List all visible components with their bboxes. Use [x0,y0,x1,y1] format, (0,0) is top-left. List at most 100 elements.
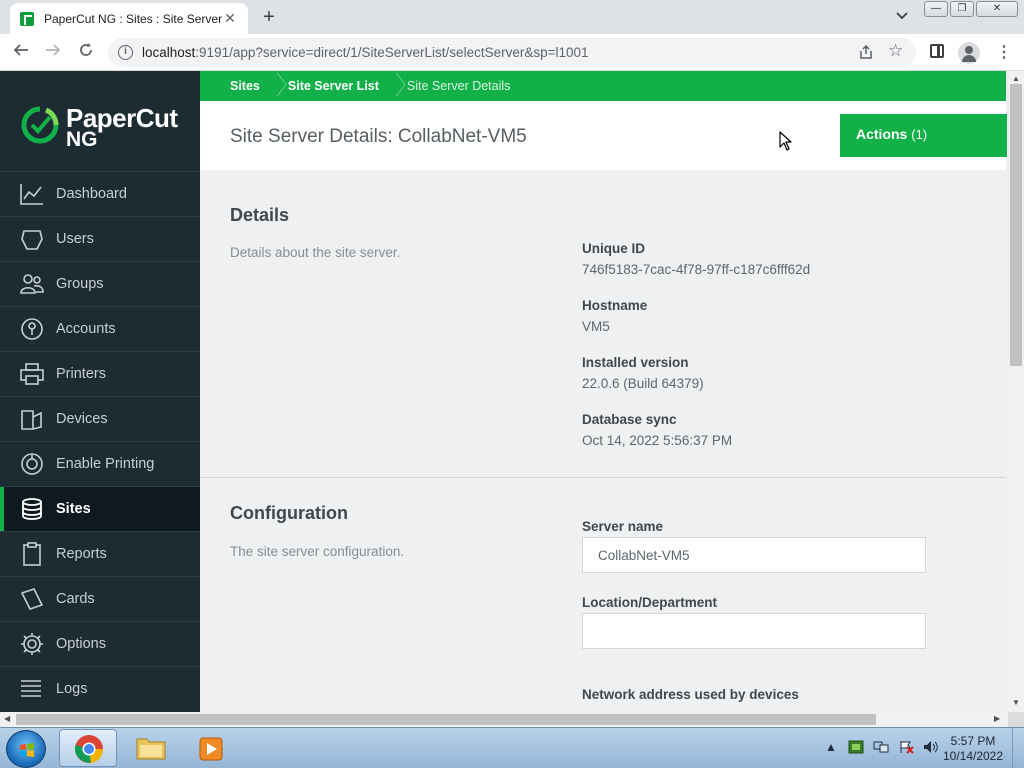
taskbar-explorer-button[interactable] [122,729,180,767]
server-name-input[interactable] [582,537,926,573]
network-icon[interactable] [870,740,892,756]
sidebar-item-reports[interactable]: Reports [0,531,200,576]
network-address-label: Network address used by devices [582,687,799,702]
folder-icon [136,738,166,760]
sidebar-item-cards[interactable]: Cards [0,576,200,621]
system-tray: ▲ [820,728,945,768]
sidebar-item-devices[interactable]: Devices [0,396,200,441]
site-info-icon[interactable]: i [118,45,133,60]
sidebar-item-label: Logs [56,681,88,697]
breadcrumb-sites-link[interactable]: Sites [200,71,274,101]
scroll-down-arrow-icon[interactable]: ▼ [1012,698,1020,707]
chevron-down-icon[interactable] [896,9,908,23]
page-header: Site Server Details: CollabNet-VM5 Actio… [200,101,1007,170]
scroll-right-arrow-icon[interactable]: ▶ [994,714,1000,723]
cards-icon [19,587,45,611]
tray-app-icon[interactable] [845,740,867,756]
sidebar-item-label: Sites [56,501,91,517]
unique-id-value: 746f5183-7cac-4f78-97ff-c187c6fff62d [582,262,811,277]
new-tab-button[interactable]: + [258,6,280,29]
browser-toolbar: i localhost:9191/app?service=direct/1/Si… [0,34,1024,71]
action-center-flag-icon[interactable] [895,740,917,756]
scroll-up-arrow-icon[interactable]: ▲ [1012,74,1020,83]
sidebar-item-options[interactable]: Options [0,621,200,666]
horizontal-scrollbar[interactable]: ◀ ▶ [0,712,1008,727]
window-close-button[interactable]: ✕ [976,1,1018,17]
sidebar-item-label: Devices [56,411,108,427]
scrollbar-corner [1008,712,1024,727]
sidebar-item-label: Printers [56,366,106,382]
vertical-scroll-thumb[interactable] [1010,84,1022,366]
sidebar-nav: Dashboard Users Groups Accounts Printers… [0,171,200,711]
installed-version-label: Installed version [582,355,689,370]
sidebar-item-label: Options [56,636,106,652]
sidebar-item-sites[interactable]: Sites [0,486,200,532]
sidebar-item-label: Enable Printing [56,456,155,472]
configuration-title: Configuration [230,503,348,523]
browser-menu-icon[interactable]: ⋮ [996,42,1012,62]
taskbar-chrome-button[interactable] [59,729,117,767]
restore-button[interactable]: ❐ [950,1,974,17]
sidebar-item-accounts[interactable]: Accounts [0,306,200,351]
sidebar-item-printers[interactable]: Printers [0,351,200,396]
page-title: Site Server Details: CollabNet-VM5 [230,126,527,147]
database-sync-value: Oct 14, 2022 5:56:37 PM [582,433,733,448]
profile-avatar-icon[interactable] [958,42,980,64]
configuration-section: Configuration The site server configurat… [200,478,1006,712]
location-department-input[interactable] [582,613,926,649]
url-host: localhost [142,45,196,60]
sidebar-item-enable-printing[interactable]: Enable Printing [0,441,200,486]
address-bar[interactable]: i localhost:9191/app?service=direct/1/Si… [108,38,916,67]
sidebar-item-label: Dashboard [56,186,127,202]
papercut-logo[interactable]: PaperCut NG [18,101,188,151]
show-desktop-button[interactable] [1012,728,1024,768]
details-title: Details [230,205,290,225]
dashboard-icon [19,182,45,206]
horizontal-scroll-thumb[interactable] [16,714,876,725]
sidebar-item-users[interactable]: Users [0,216,200,261]
sidebar-item-groups[interactable]: Groups [0,261,200,306]
share-icon[interactable] [858,44,874,63]
scroll-left-arrow-icon[interactable]: ◀ [4,714,10,723]
logs-icon [19,677,45,701]
sidebar-item-label: Cards [56,591,95,607]
bookmark-star-icon[interactable]: ☆ [888,41,903,61]
browser-tab[interactable]: PaperCut NG : Sites : Site Server Detail… [10,3,248,34]
actions-count: (1) [911,127,928,142]
chrome-icon [75,735,104,763]
taskbar-clock[interactable]: 5:57 PM 10/14/2022 [938,734,1008,764]
papercut-ring-icon [21,106,59,144]
forward-button[interactable] [42,42,64,64]
sidebar-item-dashboard[interactable]: Dashboard [0,171,200,216]
vertical-scrollbar[interactable]: ▲ ▼ [1008,71,1024,712]
breadcrumb-site-server-list-link[interactable]: Site Server List [284,71,393,101]
close-tab-icon[interactable]: ✕ [222,10,238,27]
page-viewport: PaperCut NG Dashboard Users Groups Accou… [0,71,1024,727]
show-hidden-icons-icon[interactable]: ▲ [820,740,842,756]
reload-button[interactable] [75,42,97,64]
tab-title: PaperCut NG : Sites : Site Server Detail… [44,11,222,26]
sidebar: PaperCut NG Dashboard Users Groups Accou… [0,71,200,712]
users-icon [19,227,45,251]
side-panel-icon[interactable] [930,44,944,58]
clipboard-icon [19,542,45,566]
hostname-label: Hostname [582,298,648,313]
installed-version-value: 22.0.6 (Build 64379) [582,376,704,391]
minimize-button[interactable]: — [924,1,948,17]
actions-button[interactable]: Actions (1) [840,114,1007,157]
main-content: Sites Site Server List Site Server Detai… [200,71,1008,712]
sidebar-item-logs[interactable]: Logs [0,666,200,711]
clock-date: 10/14/2022 [942,749,1004,763]
media-player-icon [199,737,223,761]
breadcrumb-separator-icon [274,71,284,101]
enable-printing-icon [19,452,45,476]
taskbar-media-player-button[interactable] [183,729,241,767]
configuration-description: The site server configuration. [230,544,405,559]
device-icon [19,407,45,431]
accounts-icon [19,317,45,341]
server-name-label: Server name [582,519,664,534]
start-button[interactable] [6,730,46,768]
mouse-cursor-icon [779,131,792,151]
details-section: Details Details about the site server. U… [200,170,1006,478]
back-button[interactable] [10,42,32,64]
